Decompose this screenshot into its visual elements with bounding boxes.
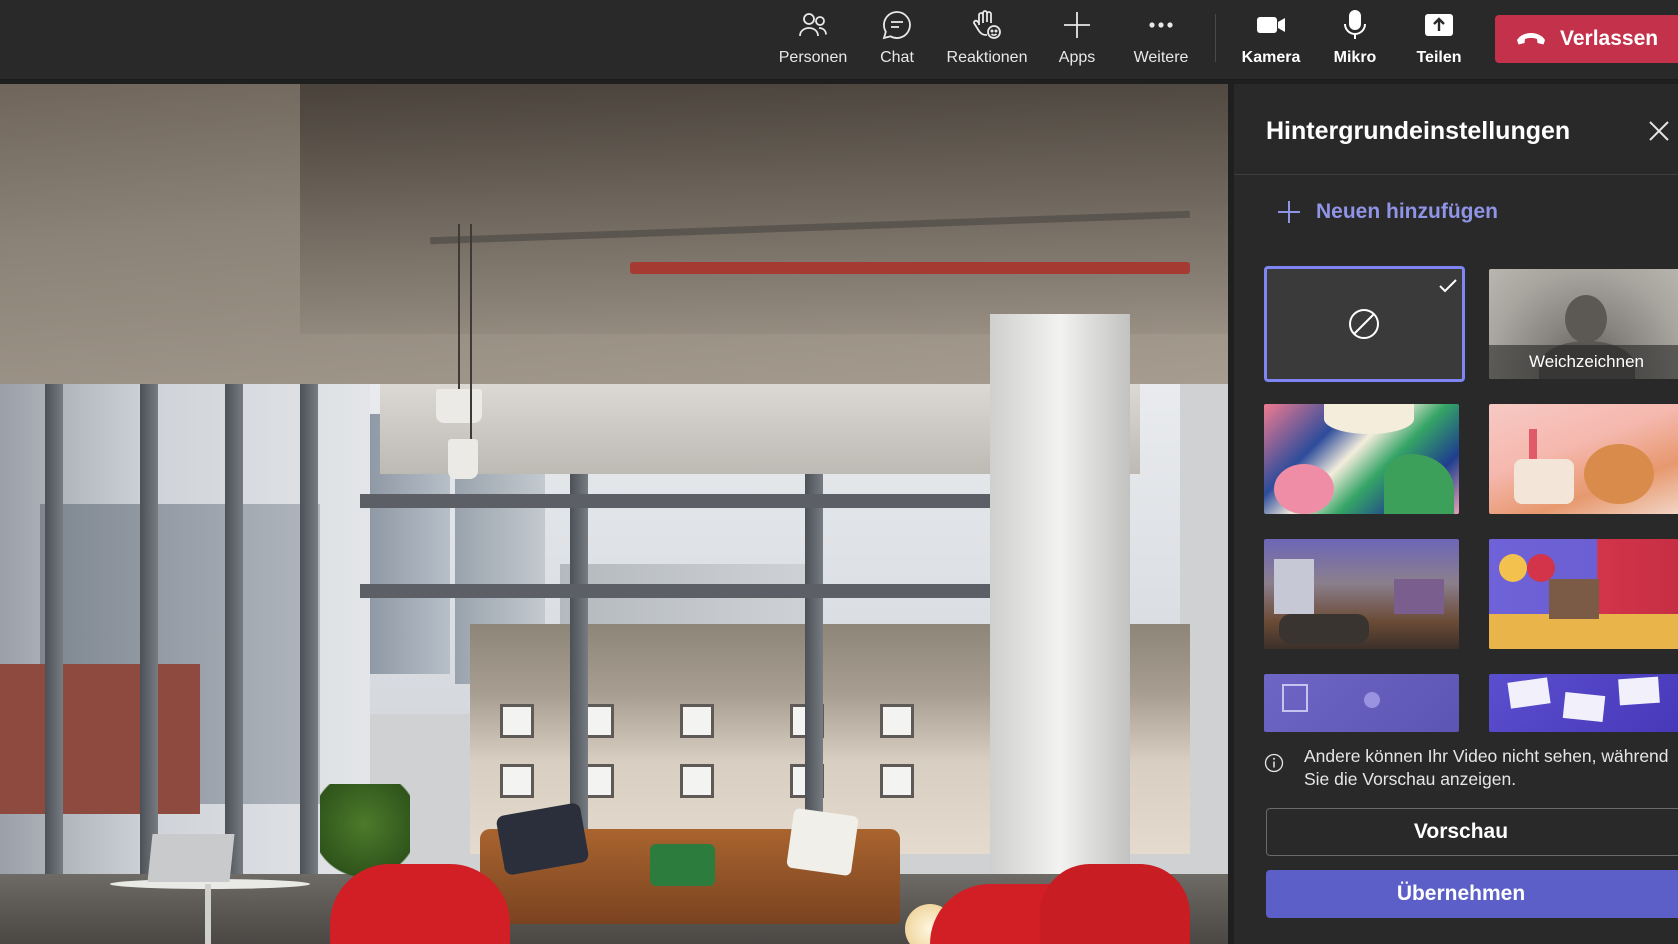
reactions-label: Reaktionen	[946, 49, 1028, 66]
people-icon	[797, 6, 829, 44]
share-button[interactable]: Teilen	[1394, 6, 1484, 74]
people-label: Personen	[778, 49, 848, 66]
video-camera-icon	[1255, 6, 1287, 44]
camera-label: Kamera	[1241, 49, 1301, 66]
apps-button[interactable]: Apps	[1032, 6, 1122, 74]
background-option-cake-scene[interactable]	[1489, 404, 1678, 514]
info-text: Andere können Ihr Video nicht sehen, wäh…	[1304, 746, 1669, 789]
panel-header: Hintergrundeinstellungen	[1234, 84, 1678, 175]
chat-icon	[881, 6, 913, 44]
share-label: Teilen	[1416, 49, 1462, 66]
mic-label: Mikro	[1333, 49, 1377, 66]
toolbar-divider	[1215, 14, 1216, 62]
blur-label: Weichzeichnen	[1489, 345, 1678, 379]
background-option-purple-cards[interactable]	[1489, 674, 1678, 732]
share-screen-icon	[1423, 6, 1455, 44]
raised-hand-icon	[971, 6, 1003, 44]
hang-up-icon	[1517, 33, 1545, 45]
office-scene-image	[0, 84, 1228, 944]
chat-button[interactable]: Chat	[852, 6, 942, 74]
more-icon	[1145, 6, 1177, 44]
background-option-abstract-waves[interactable]	[1264, 404, 1459, 514]
self-video-preview	[0, 84, 1228, 944]
add-new-background-button[interactable]: Neuen hinzufügen	[1276, 199, 1498, 225]
more-button[interactable]: Weitere	[1116, 6, 1206, 74]
reactions-button[interactable]: Reaktionen	[942, 6, 1032, 74]
preview-info: Andere können Ihr Video nicht sehen, wäh…	[1264, 745, 1678, 791]
info-icon	[1264, 753, 1284, 773]
background-option-blur[interactable]: Weichzeichnen	[1489, 269, 1678, 379]
background-settings-panel: Hintergrundeinstellungen Neuen hinzufüge…	[1234, 84, 1678, 944]
people-button[interactable]: Personen	[768, 6, 858, 74]
chat-label: Chat	[880, 49, 914, 66]
plus-icon	[1061, 6, 1093, 44]
background-option-living-room[interactable]	[1264, 539, 1459, 649]
background-option-purple-abstract[interactable]	[1264, 674, 1459, 732]
microphone-icon	[1339, 6, 1371, 44]
panel-title: Hintergrundeinstellungen	[1266, 117, 1571, 145]
no-background-icon	[1349, 309, 1379, 339]
mic-button[interactable]: Mikro	[1310, 6, 1400, 74]
checkmark-icon	[1439, 279, 1457, 293]
meeting-toolbar: Personen Chat Reaktionen Apps Weitere Ka…	[0, 0, 1678, 80]
more-label: Weitere	[1133, 49, 1189, 66]
plus-icon	[1278, 201, 1300, 223]
apply-button[interactable]: Übernehmen	[1266, 870, 1678, 918]
background-option-none[interactable]	[1264, 266, 1465, 382]
preview-label: Vorschau	[1413, 820, 1509, 843]
preview-button[interactable]: Vorschau	[1266, 808, 1678, 856]
background-option-bookshelf[interactable]	[1489, 539, 1678, 649]
close-icon[interactable]	[1646, 118, 1672, 144]
leave-label: Verlassen	[1560, 27, 1659, 50]
add-new-label: Neuen hinzufügen	[1316, 200, 1498, 223]
leave-button[interactable]: Verlassen	[1495, 15, 1678, 63]
camera-button[interactable]: Kamera	[1226, 6, 1316, 74]
apps-label: Apps	[1058, 49, 1096, 66]
silhouette-avatar	[1565, 295, 1607, 343]
apply-label: Übernehmen	[1396, 882, 1526, 905]
